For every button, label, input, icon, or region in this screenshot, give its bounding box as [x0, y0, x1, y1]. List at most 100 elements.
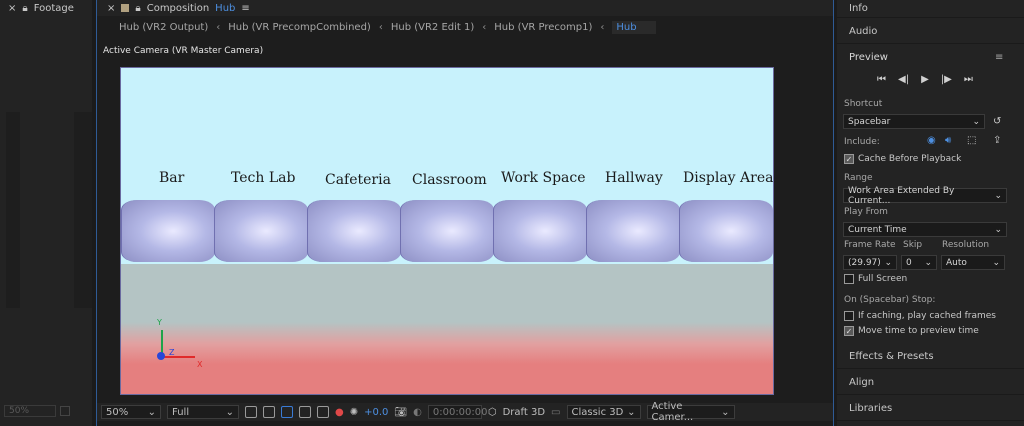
view-dropdown[interactable]: Active Camer... ⌄: [646, 401, 735, 423]
footage-bottom-bar: 50%: [0, 403, 92, 419]
grid-guides-icon[interactable]: [299, 406, 311, 418]
composition-panel: × 🔒︎ Composition Hub ≡ Hub (VR2 Output) …: [96, 0, 834, 426]
footage-toggle-icon[interactable]: [60, 406, 70, 416]
lock-icon[interactable]: 🔒︎: [22, 3, 27, 14]
room-label-display-area: Display Area: [683, 170, 773, 186]
camera-snapshot-icon[interactable]: 📷︎: [394, 407, 407, 418]
close-icon[interactable]: ×: [107, 3, 115, 14]
chevron-down-icon: ⌄: [147, 406, 156, 418]
axis-z-icon: [157, 352, 165, 360]
move-time-checkbox[interactable]: ✓ Move time to preview time: [844, 326, 979, 336]
room-button-tech-lab[interactable]: [214, 200, 308, 262]
checkmark-icon: ✓: [844, 326, 854, 336]
exposure-value[interactable]: +0.0: [364, 407, 388, 418]
libraries-panel-header[interactable]: Libraries: [837, 397, 1024, 421]
camera-label: Active Camera (VR Master Camera): [103, 46, 264, 56]
room-label-classroom: Classroom: [412, 172, 487, 188]
room-button-work-space[interactable]: [493, 200, 587, 262]
room-label-cafeteria: Cafeteria: [325, 172, 391, 188]
breadcrumb-item-active[interactable]: Hub: [612, 20, 657, 34]
play-icon[interactable]: ▶: [921, 74, 929, 85]
room-label-work-space: Work Space: [501, 170, 586, 186]
room-button-display-area[interactable]: [679, 200, 773, 262]
breadcrumb-item[interactable]: Hub (VR2 Edit 1): [391, 22, 474, 33]
draft-3d-toggle[interactable]: Draft 3D: [503, 407, 545, 418]
composition-tab[interactable]: × 🔒︎ Composition Hub ≡: [97, 0, 833, 16]
full-screen-checkbox[interactable]: Full Screen: [844, 274, 907, 284]
export-icon[interactable]: ⇪: [993, 135, 1001, 146]
last-frame-icon[interactable]: ⏭: [964, 74, 973, 85]
room-button-bar[interactable]: [121, 200, 215, 262]
on-stop-label: On (Spacebar) Stop:: [844, 295, 936, 305]
breadcrumb-item[interactable]: Hub (VR PrecompCombined): [228, 22, 371, 33]
play-from-dropdown[interactable]: Current Time ⌄: [843, 222, 1007, 237]
color-channels-icon[interactable]: ●: [335, 407, 344, 418]
speaker-icon[interactable]: 🔊︎: [945, 135, 951, 146]
chevron-left-icon: ‹: [216, 21, 221, 33]
shortcut-label: Shortcut: [844, 99, 883, 109]
resolution-dropdown[interactable]: Auto ⌄: [941, 255, 1005, 270]
axis-z-label: Z: [169, 348, 175, 357]
info-panel-header[interactable]: Info: [837, 0, 1024, 18]
composition-tab-name: Hub: [215, 2, 236, 14]
view-options-icon[interactable]: ▭: [551, 407, 560, 418]
preview-panel-title: Preview: [849, 52, 888, 63]
floor-gradient: [121, 264, 773, 394]
chevron-left-icon: ‹: [600, 21, 605, 33]
lock-icon[interactable]: 🔒︎: [135, 3, 140, 14]
composition-bottom-bar: 50% ⌄ Full ⌄ ● ✺ +0.0 📷︎ ◐ 0:00:00:00 ⬡ Dr…: [97, 401, 833, 423]
panel-menu-icon[interactable]: ≡: [995, 52, 1003, 63]
resolution-label: Resolution: [942, 240, 990, 250]
right-panel: Info Audio Preview ≡ ⏮ ◀| ▶ |▶ ⏭ Shortcu…: [837, 0, 1024, 426]
snapshot-region-icon[interactable]: [245, 406, 257, 418]
panel-menu-icon[interactable]: ≡: [241, 3, 249, 14]
room-label-tech-lab: Tech Lab: [231, 170, 296, 186]
exposure-reset-icon[interactable]: ✺: [350, 407, 358, 418]
play-from-label: Play From: [844, 207, 888, 217]
chevron-down-icon: ⌄: [994, 190, 1002, 201]
shortcut-dropdown[interactable]: Spacebar ⌄: [843, 114, 985, 129]
composition-tab-prefix: Composition: [146, 2, 210, 14]
overlays-icon[interactable]: ⬚: [967, 135, 976, 146]
resolution-dropdown[interactable]: Full ⌄: [167, 405, 239, 419]
timecode-field[interactable]: 0:00:00:00: [427, 405, 488, 419]
align-panel-header[interactable]: Align: [837, 371, 1024, 395]
audio-panel-header[interactable]: Audio: [837, 20, 1024, 44]
breadcrumb: Hub (VR2 Output) ‹ Hub (VR PrecompCombin…: [97, 18, 833, 36]
composition-viewport[interactable]: Bar Tech Lab Cafeteria Classroom Work Sp…: [120, 67, 774, 395]
breadcrumb-item[interactable]: Hub (VR2 Output): [119, 22, 208, 33]
chevron-down-icon: ⌄: [992, 257, 1000, 268]
draft-3d-icon: ⬡: [487, 406, 497, 418]
skip-dropdown[interactable]: 0 ⌄: [901, 255, 937, 270]
eye-icon[interactable]: ◉: [927, 135, 936, 146]
show-snapshot-icon[interactable]: ◐: [413, 407, 422, 418]
first-frame-icon[interactable]: ⏮: [877, 74, 886, 85]
frame-rate-dropdown[interactable]: (29.97) ⌄: [843, 255, 897, 270]
breadcrumb-item[interactable]: Hub (VR Precomp1): [494, 22, 592, 33]
reset-icon[interactable]: ↺: [993, 116, 1001, 127]
transparency-grid-icon[interactable]: [263, 406, 275, 418]
mask-visibility-icon[interactable]: [281, 406, 293, 418]
skip-label: Skip: [903, 240, 923, 250]
previous-frame-icon[interactable]: ◀|: [898, 74, 909, 85]
range-dropdown[interactable]: Work Area Extended By Current... ⌄: [843, 186, 1007, 206]
chevron-down-icon: ⌄: [884, 257, 892, 268]
room-label-hallway: Hallway: [605, 170, 663, 186]
effects-presets-panel-header[interactable]: Effects & Presets: [837, 345, 1024, 369]
chevron-left-icon: ‹: [378, 21, 383, 33]
magnification-dropdown[interactable]: 50% ⌄: [101, 405, 161, 419]
chevron-down-icon: ⌄: [627, 406, 636, 418]
close-icon[interactable]: ×: [8, 3, 16, 14]
footage-zoom-dropdown[interactable]: 50%: [4, 405, 56, 417]
room-button-cafeteria[interactable]: [307, 200, 401, 262]
renderer-dropdown[interactable]: Classic 3D ⌄: [566, 405, 641, 419]
room-label-bar: Bar: [159, 170, 185, 186]
cache-before-playback-checkbox[interactable]: ✓ Cache Before Playback: [844, 154, 961, 164]
region-of-interest-icon[interactable]: [317, 406, 329, 418]
if-caching-checkbox[interactable]: If caching, play cached frames: [844, 311, 996, 321]
next-frame-icon[interactable]: |▶: [941, 74, 952, 85]
room-button-classroom[interactable]: [400, 200, 494, 262]
playback-controls: ⏮ ◀| ▶ |▶ ⏭: [877, 74, 973, 85]
room-button-hallway[interactable]: [586, 200, 680, 262]
footage-tab[interactable]: × 🔒︎ Footage: [0, 0, 92, 16]
